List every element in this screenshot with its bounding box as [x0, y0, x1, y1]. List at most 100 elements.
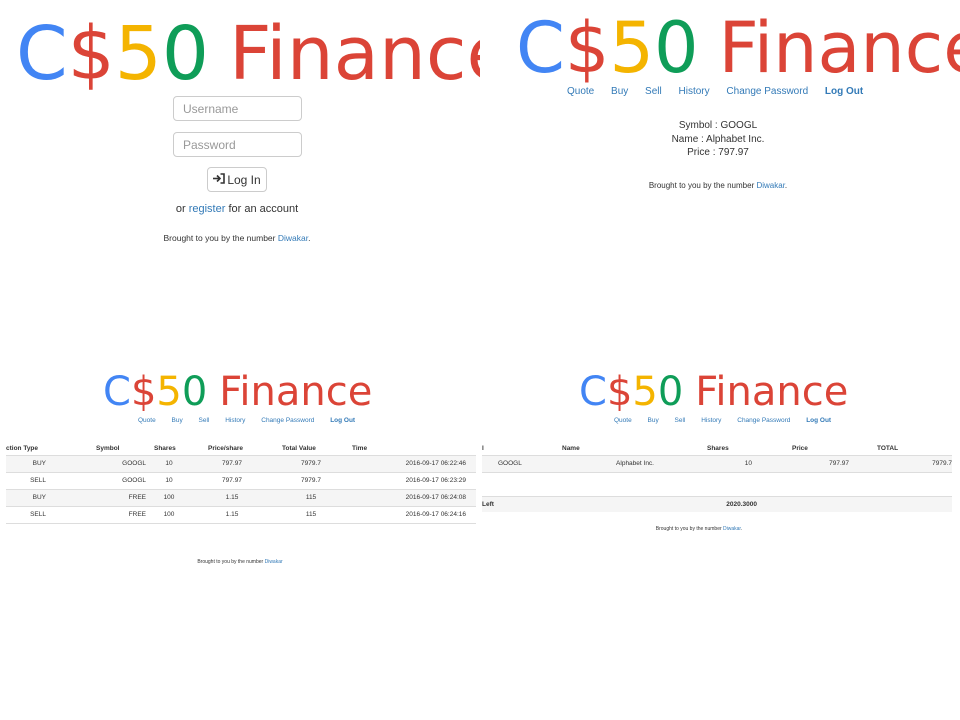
nav-change-password[interactable]: Change Password	[737, 417, 790, 424]
brand-five: 5	[114, 11, 162, 97]
cell-time: 2016-09-17 06:23:29	[405, 477, 466, 484]
spacer-row	[482, 472, 952, 496]
cell-price: 797.97	[222, 477, 242, 484]
brand-logo[interactable]: C$50Finance	[103, 370, 372, 414]
portfolio-table: l Name Shares Price TOTAL GOOGL Alphabet…	[482, 442, 952, 512]
nav-buy[interactable]: Buy	[172, 417, 183, 424]
history-header-row: ction Type Symbol Shares Price/share Tot…	[6, 442, 476, 455]
table-row: SELL FREE 100 1.15 115 2016-09-17 06:24:…	[6, 506, 476, 523]
brand-zero: 0	[181, 369, 208, 415]
cell-shares: 10	[165, 460, 173, 467]
nav-buy[interactable]: Buy	[611, 86, 628, 97]
portfolio-panel: C$50 Finance Quote Buy Sell History Chang…	[480, 360, 960, 720]
register-line: or register for an account	[117, 203, 357, 215]
cell-symbol: FREE	[128, 494, 146, 501]
nav-change-password[interactable]: Change Password	[726, 86, 808, 97]
brand-finance: Finance	[219, 369, 373, 415]
cash-value: 2020.3000	[726, 500, 757, 508]
brand-finance: Finance	[228, 11, 480, 97]
brand-five: 5	[632, 369, 658, 415]
brand-finance: Finance	[718, 7, 960, 89]
nav-sell[interactable]: Sell	[645, 86, 662, 97]
col-total-value: Total Value	[282, 444, 316, 452]
password-placeholder: Password	[183, 137, 236, 152]
cell-price: 1.15	[225, 494, 239, 501]
footer-period: .	[740, 526, 743, 532]
nav-quote[interactable]: Quote	[567, 86, 594, 97]
history-table: ction Type Symbol Shares Price/share Tot…	[6, 442, 476, 524]
cell-type: BUY	[32, 494, 46, 501]
brand-zero: 0	[653, 7, 699, 89]
col-shares: Shares	[707, 444, 729, 452]
brand-c: C	[103, 369, 131, 415]
cell-total: 7979.7	[301, 460, 321, 467]
log-in-icon	[213, 172, 226, 187]
cell-shares: 100	[163, 511, 175, 518]
brand-logo[interactable]: C$50Finance	[579, 370, 848, 414]
login-panel: C$50Finance Username Password Log In or …	[0, 0, 480, 300]
nav-history[interactable]: History	[225, 417, 245, 424]
nav-log-out[interactable]: Log Out	[806, 417, 831, 424]
username-input[interactable]: Username	[173, 96, 302, 121]
portfolio-header-row: l Name Shares Price TOTAL	[482, 442, 952, 455]
cell-total: 115	[305, 511, 317, 518]
nav-change-password[interactable]: Change Password	[261, 417, 314, 424]
cell-symbol: GOOGL	[122, 460, 146, 467]
table-row: SELL GOOGL 10 797.97 7979.7 2016-09-17 0…	[6, 472, 476, 489]
brand-logo[interactable]: C$50Finance	[16, 14, 480, 94]
footer-link[interactable]: Diwakar	[265, 559, 283, 565]
footer-text: Brought to you by the number	[163, 233, 276, 243]
cell-price: 1.15	[225, 511, 239, 518]
history-panel: C$50 Finance Quote Buy Sell History Chang…	[0, 360, 480, 720]
col-transaction-type: ction Type	[6, 444, 39, 452]
brand-five: 5	[156, 369, 182, 415]
quote-symbol: Symbol : GOOGL	[678, 120, 758, 131]
nav-history[interactable]: History	[679, 86, 710, 97]
nav-sell[interactable]: Sell	[199, 417, 210, 424]
nav-log-out[interactable]: Log Out	[330, 417, 355, 424]
quote-name: Name : Alphabet Inc.	[671, 133, 765, 145]
nav-bar: Quote Buy Sell History Change Password L…	[138, 417, 355, 424]
footer-link[interactable]: Diwakar	[723, 526, 741, 532]
brand-dollar: $	[564, 7, 610, 89]
register-link[interactable]: register	[189, 203, 226, 215]
nav-quote[interactable]: Quote	[614, 417, 632, 424]
col-name: Name	[562, 444, 580, 452]
nav-quote[interactable]: Quote	[138, 417, 156, 424]
cell-symbol: GOOGL	[498, 460, 522, 467]
nav-sell[interactable]: Sell	[675, 417, 686, 424]
cash-row: Left 2020.3000	[482, 496, 952, 512]
cell-total: 7979.7	[932, 460, 952, 467]
table-row: BUY GOOGL 10 797.97 7979.7 2016-09-17 06…	[6, 455, 476, 472]
cell-symbol: GOOGL	[122, 477, 146, 484]
footer-period: .	[784, 181, 788, 190]
nav-log-out[interactable]: Log Out	[825, 86, 863, 97]
brand-c: C	[16, 11, 68, 97]
cell-shares: 10	[165, 477, 173, 484]
brand-dollar: $	[606, 369, 633, 415]
quote-result: Symbol : GOOGL Name : Alphabet Inc. Pric…	[618, 119, 818, 160]
brand-c: C	[579, 369, 607, 415]
quote-price: Price : 797.97	[687, 147, 749, 158]
password-input[interactable]: Password	[173, 132, 302, 157]
cell-total: 115	[305, 494, 317, 501]
cell-time: 2016-09-17 06:22:46	[405, 460, 466, 467]
nav-buy[interactable]: Buy	[648, 417, 659, 424]
register-suffix: for an account	[228, 203, 299, 215]
brand-dollar: $	[67, 11, 115, 97]
col-total: TOTAL	[877, 444, 899, 452]
brand-zero: 0	[161, 11, 209, 97]
col-price-share: Price/share	[208, 444, 244, 452]
login-button[interactable]: Log In	[207, 167, 267, 192]
col-time: Time	[352, 444, 368, 452]
footer-link[interactable]: Diwakar	[278, 233, 308, 243]
footer-period: .	[308, 233, 311, 243]
brand-dollar: $	[130, 369, 157, 415]
register-prefix: or	[175, 203, 186, 215]
username-placeholder: Username	[183, 101, 239, 116]
footer-link[interactable]: Diwakar	[756, 181, 784, 190]
quote-panel: C$50 Finance Quote Buy Sell History Chang…	[480, 0, 960, 300]
col-symbol: l	[482, 444, 484, 452]
nav-history[interactable]: History	[701, 417, 721, 424]
brand-logo[interactable]: C$50Finance	[516, 10, 960, 86]
